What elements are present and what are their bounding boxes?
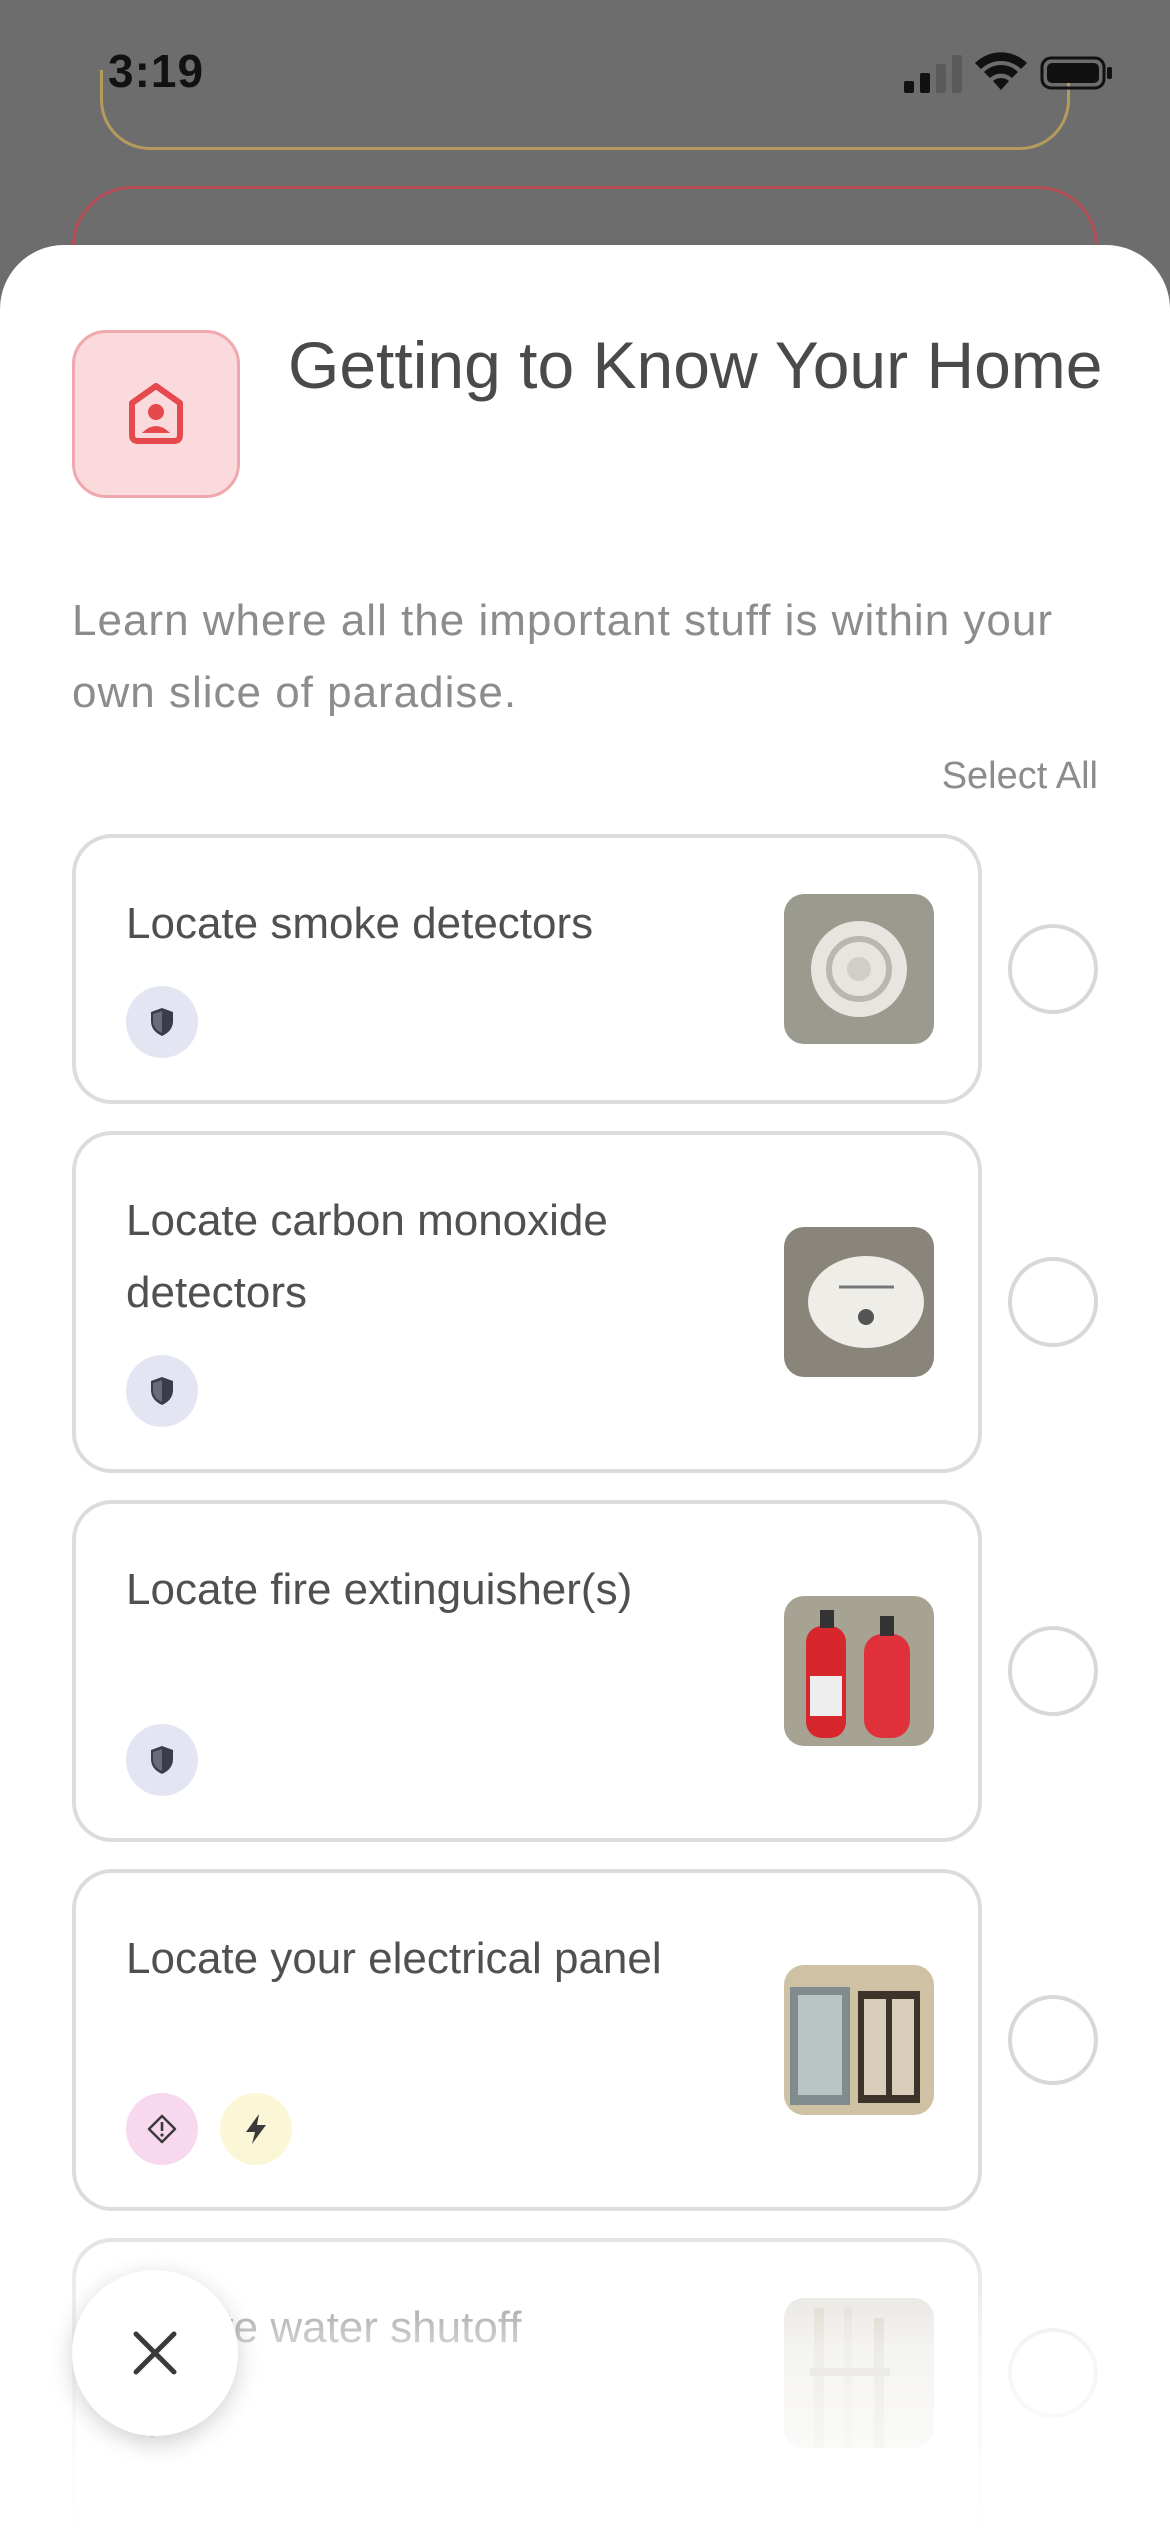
task-select-radio[interactable] bbox=[1008, 1995, 1098, 2085]
select-all-button[interactable]: Select All bbox=[942, 755, 1098, 798]
task-label: Locate fire extinguisher(s) bbox=[126, 1565, 633, 1614]
bottom-sheet: Getting to Know Your Home Learn where al… bbox=[0, 245, 1170, 2532]
task-select-radio[interactable] bbox=[1008, 1257, 1098, 1347]
page-description: Learn where all the important stuff is w… bbox=[72, 596, 1053, 717]
task-card[interactable]: Locate your electrical panel bbox=[72, 1869, 982, 2211]
shield-icon bbox=[126, 986, 198, 1058]
cellular-signal-icon bbox=[904, 55, 962, 93]
co-detector-photo bbox=[784, 1227, 934, 1377]
shield-icon bbox=[126, 1355, 198, 1427]
warning-diamond-icon bbox=[126, 2093, 198, 2165]
smoke-detector-photo bbox=[784, 894, 934, 1044]
close-button[interactable] bbox=[72, 2270, 238, 2436]
task-label: Locate carbon monoxide detectors bbox=[126, 1196, 608, 1317]
fire-extinguisher-photo bbox=[784, 1596, 934, 1746]
close-icon bbox=[133, 2331, 177, 2375]
task-select-radio[interactable] bbox=[1008, 1626, 1098, 1716]
electrical-panel-photo bbox=[784, 1965, 934, 2115]
task-select-radio[interactable] bbox=[1008, 924, 1098, 1014]
wifi-icon bbox=[975, 52, 1027, 90]
status-time: 3:19 bbox=[108, 45, 205, 97]
shield-icon bbox=[126, 1724, 198, 1796]
battery-icon bbox=[1040, 56, 1112, 90]
task-card[interactable]: Locate fire extinguisher(s) bbox=[72, 1500, 982, 1842]
task-label: Locate your electrical panel bbox=[126, 1934, 662, 1983]
page-title: Getting to Know Your Home bbox=[288, 328, 1103, 402]
home-person-icon bbox=[72, 330, 240, 498]
task-select-radio[interactable] bbox=[1008, 2328, 1098, 2418]
task-label: Locate smoke detectors bbox=[126, 899, 594, 948]
task-card[interactable]: Locate smoke detectors bbox=[72, 834, 982, 1104]
water-shutoff-photo bbox=[784, 2298, 934, 2448]
status-bar: 3:19 bbox=[0, 0, 1170, 150]
task-card[interactable]: Locate carbon monoxide detectors bbox=[72, 1131, 982, 1473]
lightning-icon bbox=[220, 2093, 292, 2165]
